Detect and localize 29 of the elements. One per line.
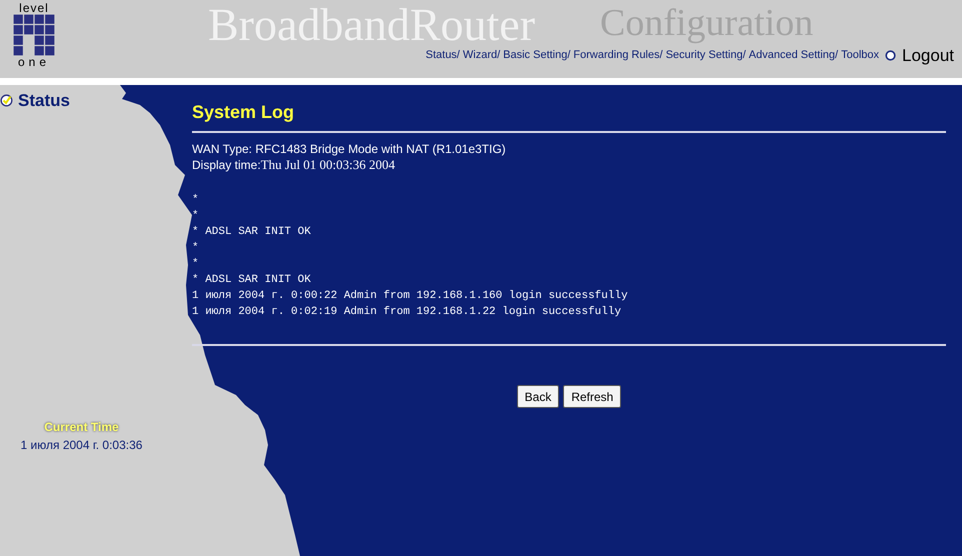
- nav-link[interactable]: Wizard/: [462, 47, 500, 64]
- log-line: * ADSL SAR INIT OK: [192, 273, 312, 288]
- display-time-label: Display time:: [192, 157, 261, 173]
- log-line: *: [192, 241, 200, 256]
- wan-type: WAN Type: RFC1483 Bridge Mode with NAT (R1.01e3TIG): [192, 141, 507, 157]
- action-button[interactable]: Refresh: [563, 385, 622, 408]
- log-line: *: [192, 209, 200, 224]
- nav-link[interactable]: Security Setting/: [666, 47, 746, 64]
- log-line: *: [192, 193, 200, 208]
- log-line: 1 июля 2004 г. 0:02:19 Admin from 192.168.1.22 login successfully: [192, 305, 622, 320]
- log-line: *: [192, 257, 200, 272]
- nav-link[interactable]: Toolbox: [841, 47, 879, 64]
- page-title: System Log: [192, 101, 296, 124]
- current-time-label: Current Time: [44, 418, 119, 436]
- radio-icon: [885, 50, 896, 61]
- logout-link[interactable]: Logout: [902, 42, 954, 68]
- nav-link[interactable]: Status/: [426, 47, 460, 64]
- nav-link[interactable]: Forwarding Rules/: [573, 47, 663, 64]
- log-line: 1 июля 2004 г. 0:00:22 Admin from 192.168.1.160 login successfully: [192, 289, 629, 304]
- display-time: Thu Jul 01 00:03:36 2004: [260, 157, 396, 173]
- current-time: 1 июля 2004 г. 0:03:36: [20, 436, 142, 454]
- logo-text: level: [19, 2, 49, 14]
- nav-link[interactable]: Advanced Setting/: [748, 47, 838, 64]
- status-link[interactable]: Status: [18, 88, 70, 114]
- nav-link[interactable]: Basic Setting/: [503, 47, 570, 64]
- logo-text: one: [18, 56, 50, 69]
- log-line: * ADSL SAR INIT OK: [192, 225, 312, 240]
- logo-grid-icon: [13, 14, 55, 56]
- action-button[interactable]: Back: [516, 385, 560, 408]
